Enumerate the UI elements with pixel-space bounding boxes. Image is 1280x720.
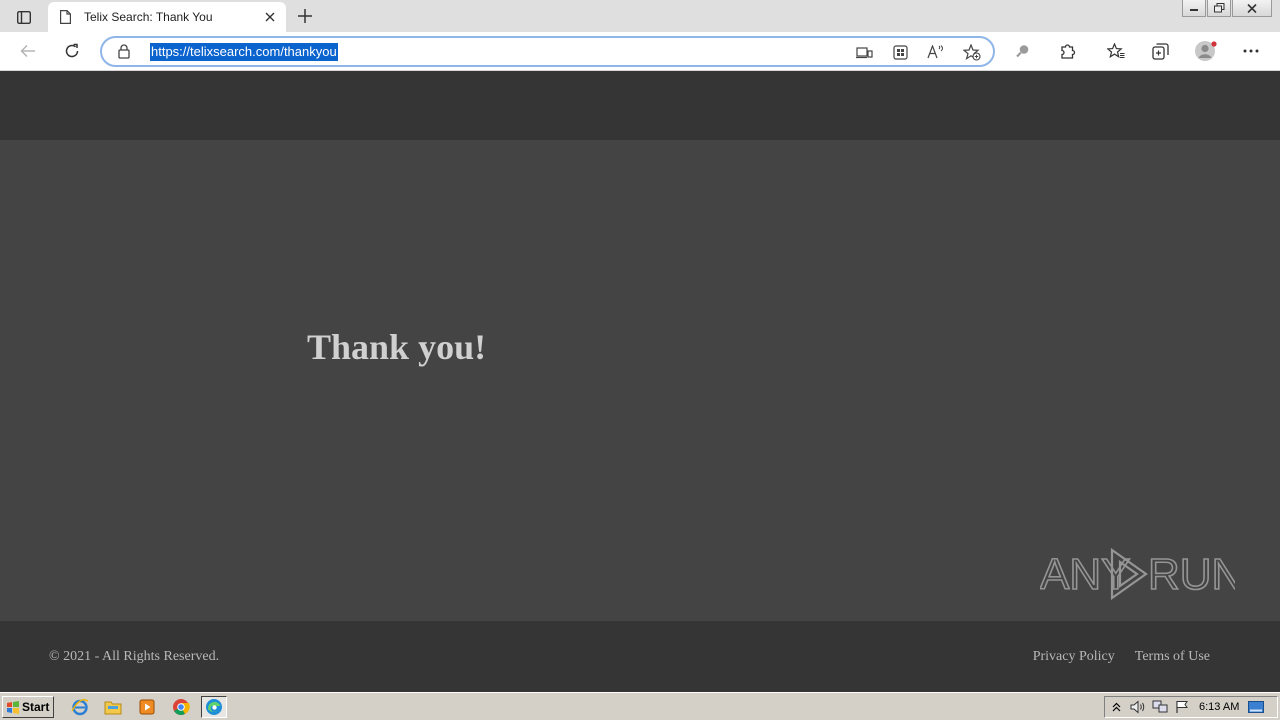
apps-grid-icon[interactable] <box>889 42 911 62</box>
tab-title: Telix Search: Thank You <box>84 10 213 24</box>
taskbar-edge-button[interactable] <box>201 696 227 718</box>
address-bar[interactable]: https://telixsearch.com/thankyou <box>100 36 995 67</box>
new-tab-button[interactable] <box>292 5 318 27</box>
refresh-icon <box>65 43 79 58</box>
start-button[interactable]: Start <box>2 696 54 718</box>
web-page: Thank you! © 2021 - All Rights Reserved.… <box>0 71 1280 692</box>
taskbar-clock[interactable]: 6:13 AM <box>1199 701 1239 713</box>
minimize-icon <box>1190 9 1198 11</box>
window-close-button[interactable] <box>1232 0 1272 17</box>
media-player-icon <box>139 699 155 715</box>
tray-expand-icon[interactable] <box>1105 697 1127 717</box>
puzzle-icon <box>1060 43 1075 59</box>
taskbar-chrome-button[interactable] <box>168 696 194 718</box>
browser-toolbar: https://telixsearch.com/thankyou <box>0 32 1280 71</box>
system-tray: 6:13 AM <box>1104 696 1278 718</box>
more-dots-icon <box>1243 49 1259 53</box>
search-icon <box>1016 45 1029 58</box>
footer-links: Privacy Policy Terms of Use <box>1033 649 1210 665</box>
collections-icon <box>1151 42 1169 60</box>
read-aloud-icon[interactable] <box>925 42 947 62</box>
lock-icon[interactable] <box>118 44 130 63</box>
profile-button[interactable] <box>1193 39 1219 63</box>
page-footer: © 2021 - All Rights Reserved. Privacy Po… <box>0 621 1280 692</box>
extensions-button[interactable] <box>1054 39 1080 63</box>
refresh-button[interactable] <box>59 39 85 63</box>
favorites-button[interactable] <box>1103 39 1129 63</box>
plus-icon <box>298 9 312 23</box>
copyright-text: © 2021 - All Rights Reserved. <box>49 649 220 664</box>
internet-explorer-icon <box>71 699 89 716</box>
terms-of-use-link[interactable]: Terms of Use <box>1135 649 1210 665</box>
folder-icon <box>104 701 122 715</box>
collections-button[interactable] <box>1147 39 1173 63</box>
thank-you-heading: Thank you! <box>307 327 487 367</box>
favorites-star-icon <box>1107 43 1125 59</box>
network-icon[interactable] <box>1149 697 1171 717</box>
search-bar-button[interactable] <box>1010 39 1036 63</box>
tab-strip: Telix Search: Thank You <box>0 0 1280 32</box>
close-icon <box>1247 3 1257 13</box>
taskbar-media-player-button[interactable] <box>134 696 160 718</box>
browser-tab[interactable]: Telix Search: Thank You <box>48 2 286 32</box>
page-header <box>0 71 1280 140</box>
settings-menu-button[interactable] <box>1238 39 1264 63</box>
restore-icon <box>1213 3 1224 13</box>
add-favorite-icon[interactable] <box>961 42 983 62</box>
device-icon[interactable] <box>853 42 875 62</box>
minimize-button[interactable] <box>1182 0 1206 17</box>
windows-logo-icon <box>7 700 19 714</box>
restore-button[interactable] <box>1207 0 1231 17</box>
show-desktop-icon[interactable] <box>1245 697 1267 717</box>
tab-actions-button[interactable] <box>10 7 38 27</box>
taskbar-explorer-button[interactable] <box>100 696 126 718</box>
window-controls <box>1181 0 1272 18</box>
privacy-policy-link[interactable]: Privacy Policy <box>1033 649 1115 665</box>
close-icon <box>265 12 275 22</box>
page-main: Thank you! <box>0 140 1280 621</box>
start-label: Start <box>22 700 50 714</box>
taskbar: Start 6:13 AM <box>0 692 1280 720</box>
volume-icon[interactable] <box>1127 697 1149 717</box>
url-text[interactable]: https://telixsearch.com/thankyou <box>150 43 338 61</box>
taskbar-ie-button[interactable] <box>67 696 93 718</box>
action-center-flag-icon[interactable] <box>1171 697 1193 717</box>
back-button[interactable] <box>15 39 41 63</box>
page-icon <box>60 9 74 25</box>
tab-close-button[interactable] <box>256 7 284 27</box>
back-arrow-icon <box>20 44 35 58</box>
edge-icon <box>206 699 222 715</box>
chrome-icon <box>173 699 190 715</box>
tab-actions-icon <box>17 10 31 24</box>
avatar <box>1195 41 1217 61</box>
